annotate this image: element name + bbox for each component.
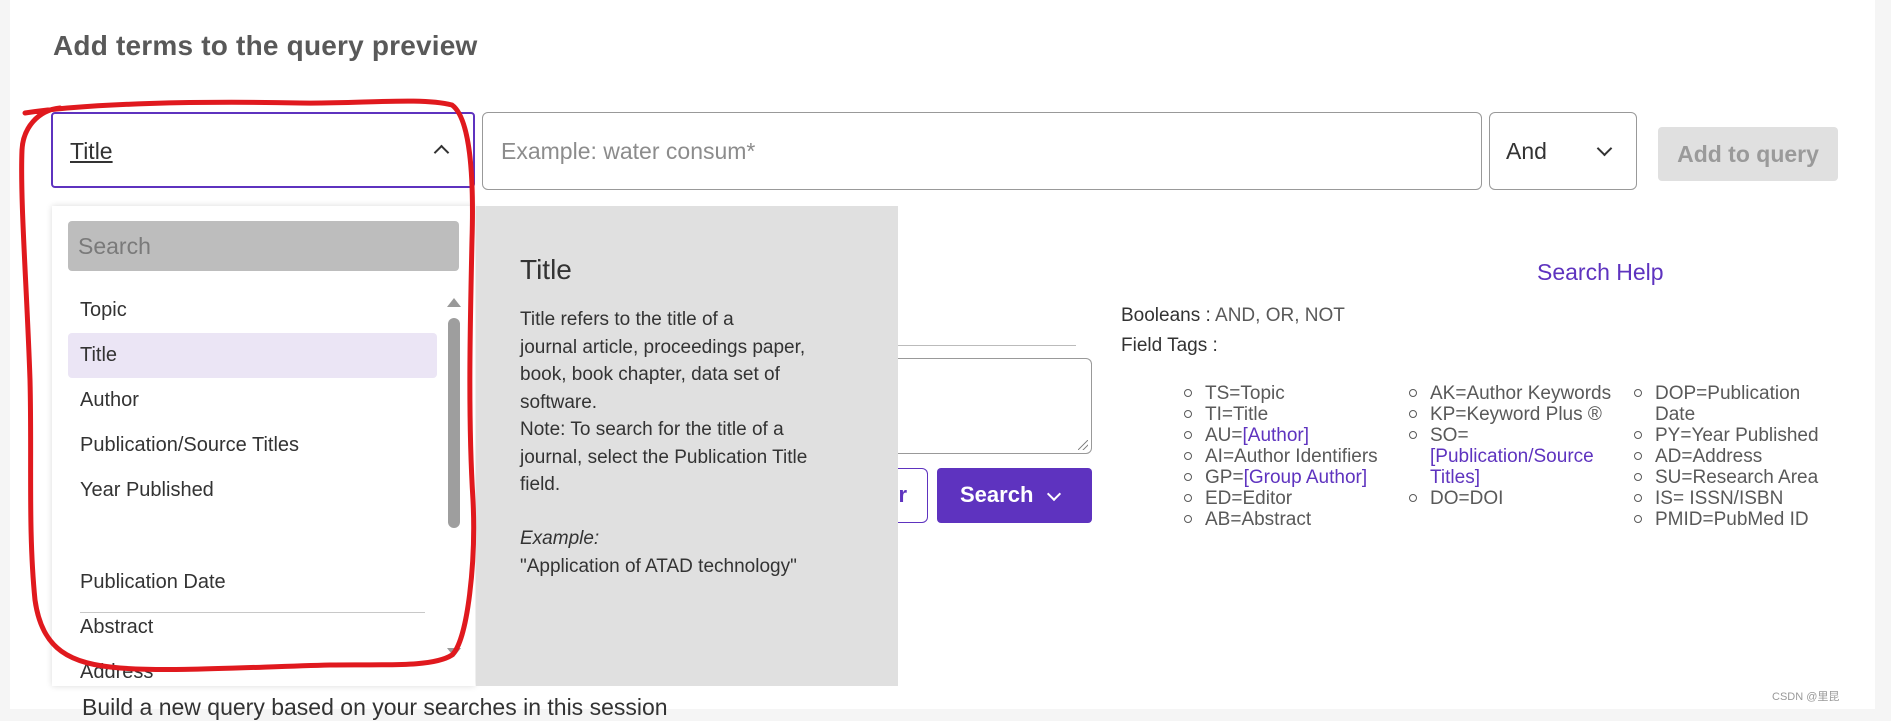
red-annotation-outline	[19, 98, 477, 673]
annotation-stroke	[19, 98, 477, 673]
